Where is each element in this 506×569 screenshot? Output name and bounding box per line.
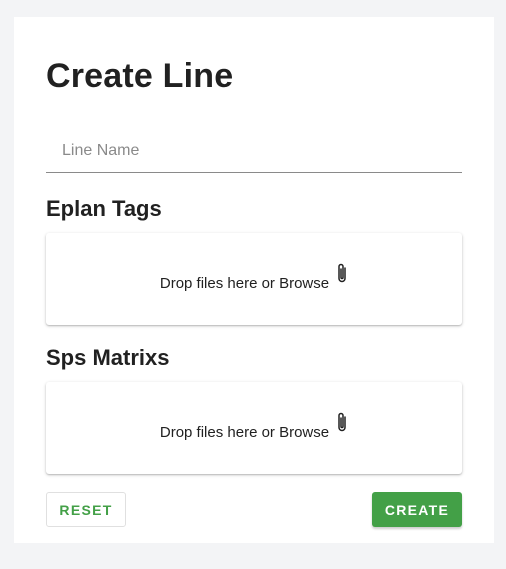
paperclip-icon: [336, 411, 348, 438]
sps-matrixs-heading: Sps Matrixs: [46, 345, 170, 370]
eplan-tags-dropzone[interactable]: Drop files here or Browse: [46, 233, 462, 325]
paperclip-icon: [336, 262, 348, 289]
page-title: Create Line: [46, 57, 234, 95]
create-line-card: Create Line Eplan Tags Drop files here o…: [14, 17, 494, 543]
eplan-tags-heading: Eplan Tags: [46, 196, 162, 221]
reset-button[interactable]: RESET: [46, 492, 126, 527]
dropzone-text: Drop files here or Browse: [159, 274, 330, 292]
create-button[interactable]: CREATE: [372, 492, 462, 527]
sps-matrixs-dropzone[interactable]: Drop files here or Browse: [46, 382, 462, 474]
line-name-input[interactable]: [46, 129, 462, 173]
dropzone-text: Drop files here or Browse: [159, 423, 330, 441]
